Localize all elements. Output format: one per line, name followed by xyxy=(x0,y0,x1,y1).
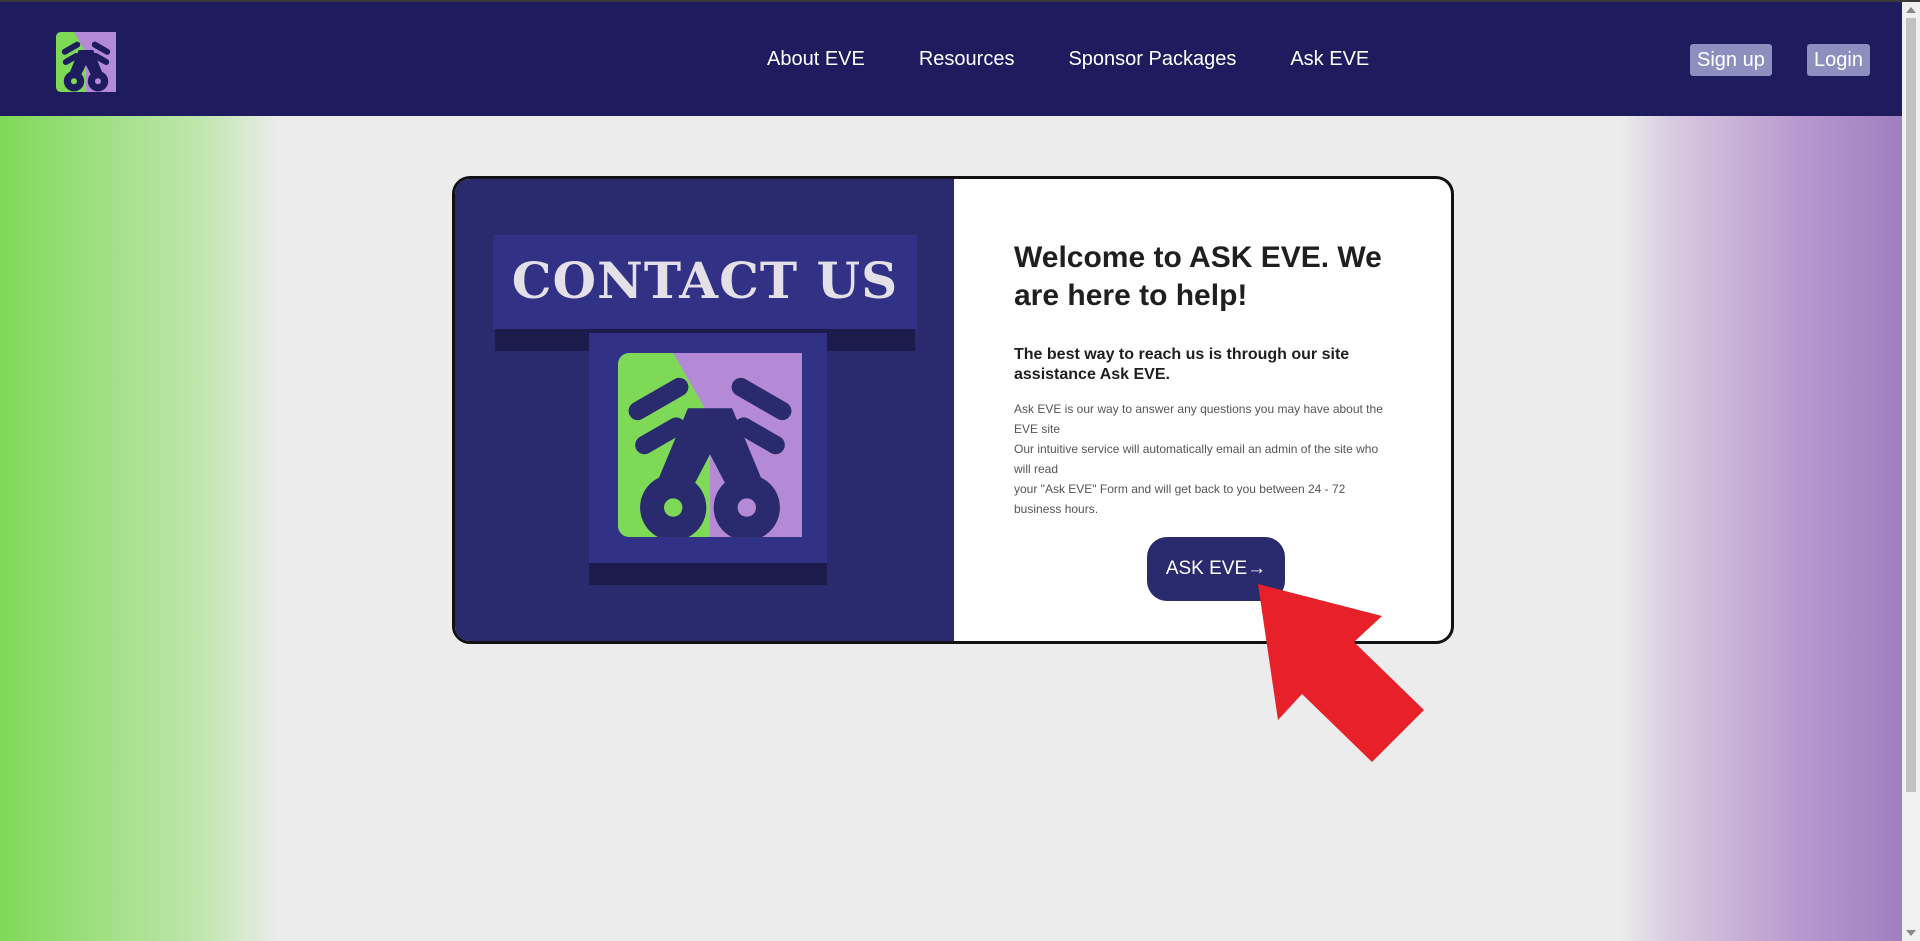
description-line: Ask EVE is our way to answer any questio… xyxy=(1014,402,1383,436)
description-line: Our intuitive service will automatically… xyxy=(1014,442,1379,476)
red-pointer-arrow-icon xyxy=(1258,584,1424,762)
contact-description: Ask EVE is our way to answer any questio… xyxy=(1014,399,1394,519)
scroll-down-arrow-icon[interactable] xyxy=(1906,930,1916,936)
nav-links: About EVE Resources Sponsor Packages Ask… xyxy=(767,48,1369,71)
eve-logo-icon[interactable] xyxy=(56,32,116,92)
logo-block xyxy=(589,333,827,563)
login-button[interactable]: Login xyxy=(1807,44,1870,76)
vertical-scrollbar[interactable] xyxy=(1902,2,1920,941)
contact-card-text-panel: Welcome to ASK EVE. We are here to help!… xyxy=(954,179,1451,641)
nav-link-sponsor-packages[interactable]: Sponsor Packages xyxy=(1068,48,1236,71)
nav-link-resources[interactable]: Resources xyxy=(919,48,1015,71)
welcome-heading: Welcome to ASK EVE. We are here to help! xyxy=(1014,241,1382,312)
contact-subheading: The best way to reach us is through our … xyxy=(1014,346,1350,383)
contact-card: CONTACT US Welcome to ASK EVE. We are he… xyxy=(452,176,1454,644)
signup-button[interactable]: Sign up xyxy=(1690,44,1772,76)
eve-logo-icon xyxy=(618,353,802,537)
contact-banner: CONTACT US xyxy=(493,235,917,329)
scroll-up-arrow-icon[interactable] xyxy=(1906,7,1916,13)
navbar: About EVE Resources Sponsor Packages Ask… xyxy=(0,2,1902,116)
contact-card-image-panel: CONTACT US xyxy=(455,179,954,641)
scrollbar-thumb[interactable] xyxy=(1906,18,1916,792)
nav-link-about[interactable]: About EVE xyxy=(767,48,865,71)
description-line: your "Ask EVE" Form and will get back to… xyxy=(1014,482,1346,516)
contact-title: CONTACT US xyxy=(511,251,899,310)
nav-link-ask-eve[interactable]: Ask EVE xyxy=(1290,48,1369,71)
